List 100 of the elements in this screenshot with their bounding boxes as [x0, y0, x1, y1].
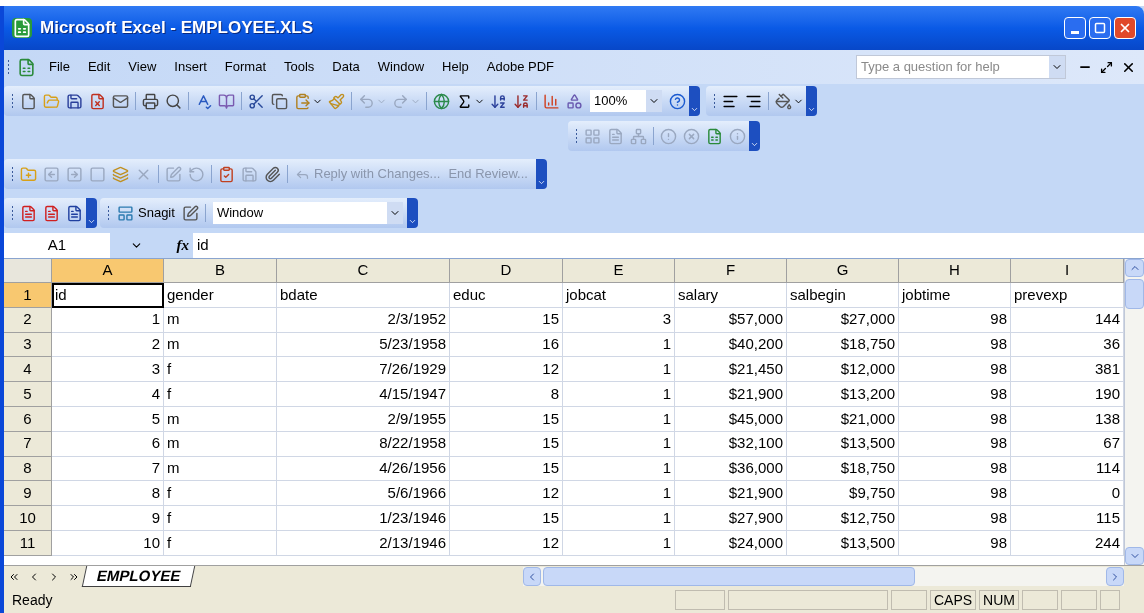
capture-mode-dropdown[interactable]: Window — [212, 202, 403, 224]
printer-icon[interactable] — [142, 92, 159, 110]
table-cell[interactable]: gender — [164, 283, 277, 308]
table-cell[interactable]: 2/3/1952 — [277, 307, 450, 333]
row-header[interactable]: 8 — [4, 456, 52, 482]
row-header[interactable]: 11 — [4, 530, 52, 556]
table-cell[interactable]: $18,750 — [787, 456, 899, 482]
table-cell[interactable]: $21,900 — [675, 481, 787, 507]
table-cell[interactable]: $40,200 — [675, 332, 787, 358]
table-cell[interactable]: 1 — [563, 431, 675, 457]
toolbar-grip-icon[interactable] — [575, 128, 578, 144]
bar-chart-icon[interactable] — [543, 92, 560, 110]
table-cell[interactable]: $24,000 — [675, 530, 787, 556]
restore-icon[interactable] — [1100, 60, 1113, 74]
table-cell[interactable]: 2 — [52, 332, 164, 358]
row-header[interactable]: 9 — [4, 481, 52, 507]
scroll-down-button[interactable] — [1125, 547, 1144, 565]
table-cell[interactable]: $27,900 — [675, 506, 787, 531]
table-cell[interactable]: 15 — [450, 456, 563, 482]
scroll-up-button[interactable] — [1125, 259, 1144, 277]
minimize-button[interactable] — [1064, 17, 1086, 39]
toolbar-grip-icon[interactable] — [107, 205, 110, 221]
toolbar-options-button[interactable] — [689, 86, 700, 116]
table-cell[interactable]: id — [52, 283, 164, 308]
table-cell[interactable]: 15 — [450, 307, 563, 333]
table-cell[interactable]: 15 — [450, 407, 563, 432]
column-header[interactable]: I — [1011, 259, 1124, 283]
table-cell[interactable]: 1 — [563, 530, 675, 556]
table-cell[interactable]: 1 — [52, 307, 164, 333]
table-cell[interactable]: 15 — [450, 506, 563, 531]
table-cell[interactable]: 98 — [899, 481, 1011, 507]
brush-icon[interactable] — [328, 92, 345, 110]
row-header[interactable]: 2 — [4, 307, 52, 333]
help-icon[interactable] — [669, 92, 686, 110]
table-cell[interactable]: m — [164, 307, 277, 333]
toolbar-options-button[interactable] — [86, 198, 97, 228]
scissors-icon[interactable] — [248, 92, 265, 110]
toolbar-options-button[interactable] — [406, 198, 418, 228]
table-cell[interactable]: $12,000 — [787, 357, 899, 383]
toolbar-grip-icon[interactable] — [11, 93, 14, 109]
scroll-left-button[interactable] — [523, 567, 542, 586]
table-cell[interactable]: m — [164, 407, 277, 432]
table-cell[interactable]: salary — [675, 283, 787, 308]
table-cell[interactable]: $36,000 — [675, 456, 787, 482]
table-cell[interactable]: jobtime — [899, 283, 1011, 308]
column-header[interactable]: E — [563, 259, 675, 283]
table-cell[interactable]: 1 — [563, 357, 675, 383]
table-cell[interactable]: 12 — [450, 357, 563, 383]
caret-icon[interactable] — [386, 202, 403, 224]
toolbar-grip-icon[interactable] — [11, 205, 14, 221]
table-cell[interactable]: 3 — [52, 357, 164, 383]
column-header[interactable]: D — [450, 259, 563, 283]
menu-item[interactable]: File — [40, 57, 79, 77]
book-icon[interactable] — [218, 92, 235, 110]
zoom-field[interactable]: 100% — [590, 90, 662, 112]
table-cell[interactable]: f — [164, 506, 277, 531]
sort-icon[interactable] — [513, 92, 530, 110]
mail-icon[interactable] — [112, 92, 129, 110]
table-cell[interactable]: 4/15/1947 — [277, 382, 450, 407]
table-cell[interactable]: 98 — [899, 431, 1011, 457]
table-cell[interactable]: $12,750 — [787, 506, 899, 531]
row-header[interactable]: 4 — [4, 357, 52, 383]
table-cell[interactable]: $32,100 — [675, 431, 787, 457]
table-cell[interactable]: f — [164, 530, 277, 556]
document-icon[interactable] — [89, 92, 106, 110]
pdf-icon[interactable] — [66, 204, 83, 222]
function-label[interactable]: fx — [163, 233, 193, 257]
table-cell[interactable]: $21,000 — [787, 407, 899, 432]
menu-item[interactable]: Tools — [275, 57, 324, 77]
table-cell[interactable]: $27,000 — [787, 307, 899, 333]
toolbar-grip-icon[interactable] — [713, 93, 716, 109]
table-cell[interactable]: 5 — [52, 407, 164, 432]
table-cell[interactable]: 98 — [899, 506, 1011, 531]
globe-icon[interactable] — [433, 92, 450, 110]
column-header[interactable]: A — [52, 259, 164, 283]
toolbar-options-button[interactable] — [749, 121, 760, 151]
table-cell[interactable]: 98 — [899, 357, 1011, 383]
clipboard-icon[interactable] — [218, 165, 235, 183]
table-cell[interactable]: 98 — [899, 456, 1011, 482]
sheet-tab[interactable]: EMPLOYEE — [81, 566, 196, 587]
table-cell[interactable]: $13,500 — [787, 530, 899, 556]
spreadsheet-icon[interactable] — [706, 127, 723, 145]
table-cell[interactable]: 1/23/1946 — [277, 506, 450, 531]
table-cell[interactable]: 98 — [899, 530, 1011, 556]
row-header[interactable]: 6 — [4, 407, 52, 432]
table-cell[interactable]: salbegin — [787, 283, 899, 308]
table-cell[interactable]: 98 — [899, 382, 1011, 407]
table-cell[interactable]: educ — [450, 283, 563, 308]
pdf-icon[interactable] — [20, 204, 37, 222]
formula-field[interactable]: id — [193, 232, 1144, 258]
table-cell[interactable]: $18,750 — [787, 332, 899, 358]
table-cell[interactable]: 5/23/1958 — [277, 332, 450, 358]
row-header[interactable]: 7 — [4, 431, 52, 457]
table-cell[interactable]: 5/6/1966 — [277, 481, 450, 507]
menu-item[interactable]: View — [119, 57, 166, 77]
menu-item[interactable]: Format — [215, 57, 275, 77]
table-cell[interactable]: 4/26/1956 — [277, 456, 450, 482]
help-search-field[interactable]: Type a question for help — [856, 55, 1066, 79]
table-cell[interactable]: $57,000 — [675, 307, 787, 333]
table-cell[interactable]: 15 — [450, 431, 563, 457]
